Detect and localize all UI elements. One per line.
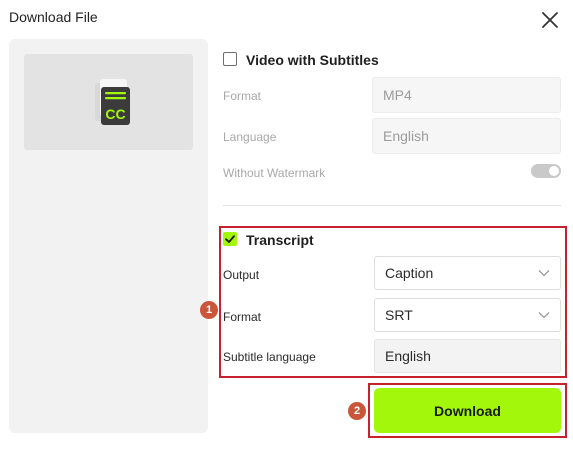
video-with-subtitles-checkbox[interactable]: [223, 52, 237, 66]
video-language-label: Language: [223, 130, 277, 144]
toggle-knob: [549, 166, 559, 176]
annotation-marker-2: 2: [348, 402, 366, 420]
svg-text:CC: CC: [105, 106, 125, 122]
video-with-subtitles-title: Video with Subtitles: [246, 52, 379, 68]
video-format-label: Format: [223, 89, 262, 103]
section-divider: [223, 205, 561, 206]
transcript-highlight-box: [219, 226, 567, 378]
without-watermark-toggle[interactable]: [531, 164, 561, 178]
dialog-title: Download File: [9, 9, 98, 25]
video-language-value: English: [383, 128, 429, 144]
annotation-marker-1: 1: [200, 301, 218, 319]
video-format-field: MP4: [372, 77, 561, 113]
close-icon[interactable]: [540, 10, 560, 30]
video-format-value: MP4: [383, 87, 412, 103]
cc-subtitle-icon: CC: [95, 79, 130, 125]
preview-panel: CC: [9, 39, 208, 433]
file-thumbnail: CC: [24, 54, 193, 150]
download-button[interactable]: Download: [374, 388, 561, 433]
video-language-field: English: [372, 118, 561, 154]
without-watermark-label: Without Watermark: [223, 166, 326, 180]
